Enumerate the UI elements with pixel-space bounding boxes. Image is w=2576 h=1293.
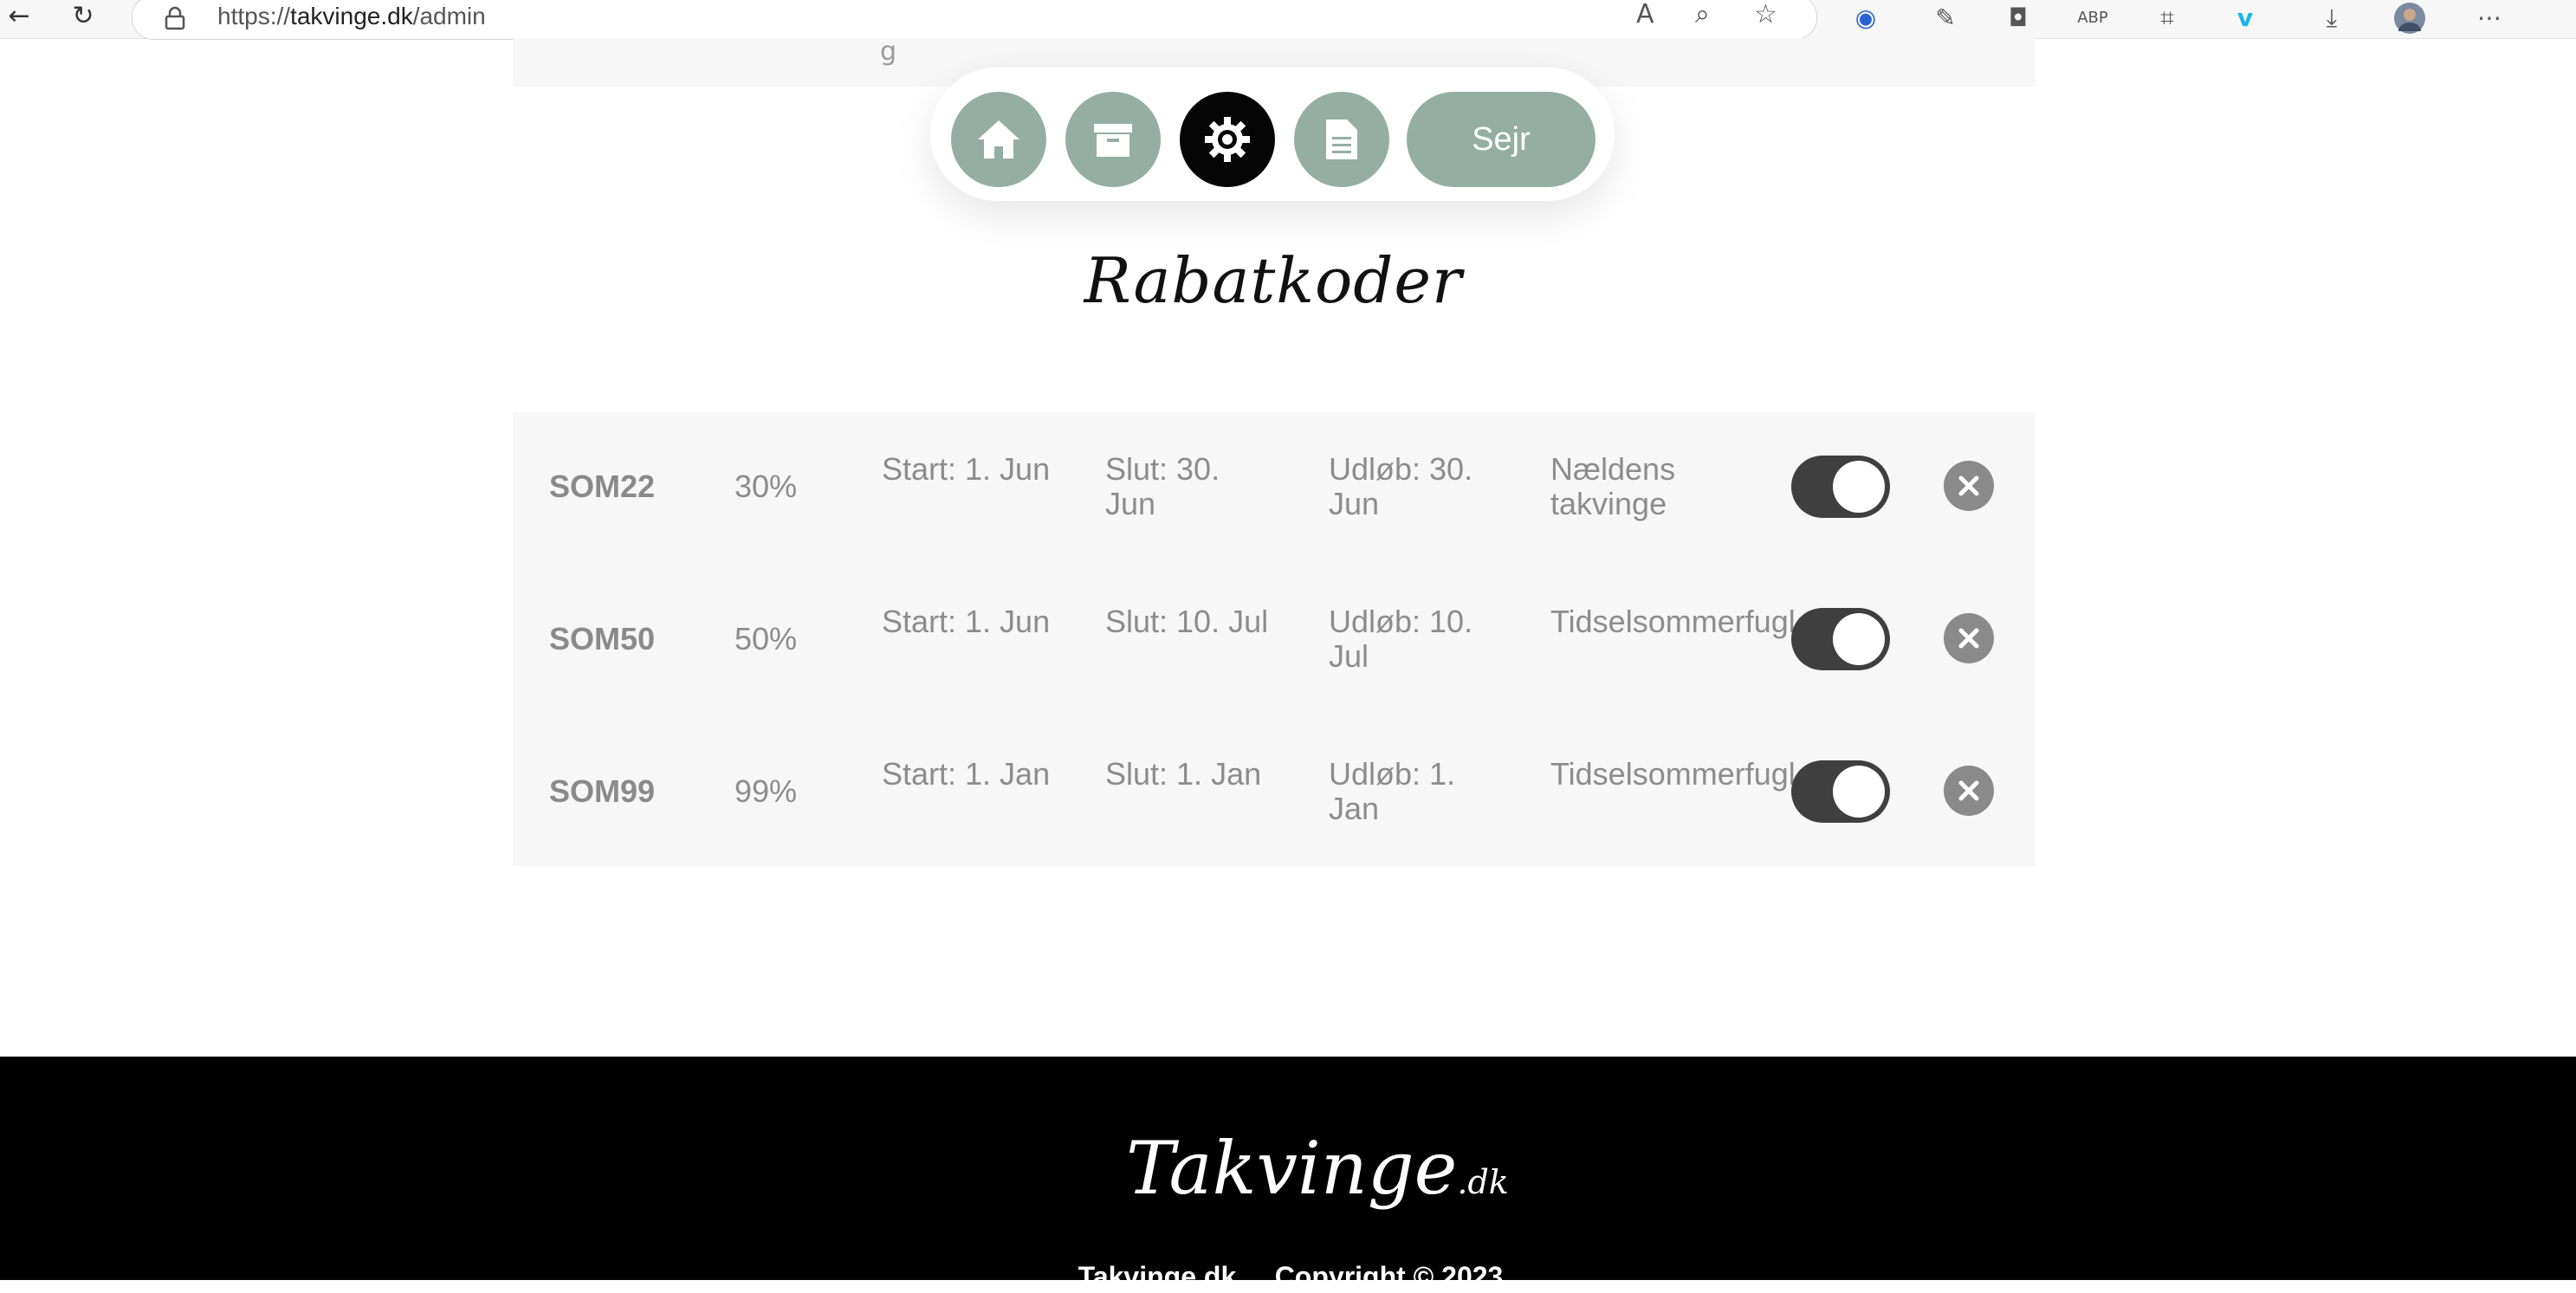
more-menu-icon[interactable]: ⋯	[2472, 2, 2507, 35]
address-bar[interactable]: https://takvinge.dk/admin A ⌕ ☆	[132, 0, 1817, 40]
end-date: Slut: 10. Jul	[1105, 604, 1269, 639]
favorite-icon[interactable]: ☆	[1754, 0, 1777, 30]
camera-extension-icon[interactable]: ◘	[2001, 2, 2036, 35]
active-toggle[interactable]	[1791, 608, 1890, 670]
back-icon[interactable]: ←	[0, 0, 38, 33]
zoom-icon[interactable]: ⌕	[1695, 0, 1710, 30]
card-text-fragment: g	[880, 36, 897, 67]
discount-code: SOM22	[549, 469, 656, 504]
discount-percent: 50%	[735, 621, 798, 656]
toggle-knob	[1833, 766, 1885, 818]
discount-code: SOM99	[549, 773, 656, 809]
download-icon[interactable]: ⤓	[2314, 2, 2349, 35]
screenshot-extension-icon[interactable]: ⌗	[2150, 2, 2184, 35]
discount-percent: 99%	[735, 773, 798, 809]
delete-button[interactable]	[1944, 461, 1994, 511]
toggle-knob	[1833, 461, 1885, 513]
footer-copyright: Takvinge.dk Copyright © 2023	[1078, 1261, 1504, 1292]
reload-icon[interactable]: ↻	[64, 0, 102, 33]
browser-toolbar: ← ↻ https://takvinge.dk/admin A ⌕ ☆ ◉ ✎ …	[0, 0, 2576, 40]
active-toggle[interactable]	[1791, 456, 1890, 518]
password-extension-icon[interactable]: ◉	[1848, 2, 1883, 35]
nav-archive-button[interactable]	[1065, 92, 1161, 187]
nav-home-button[interactable]	[951, 92, 1046, 187]
nav-settings-button[interactable]	[1180, 92, 1275, 187]
eyedropper-extension-icon[interactable]: ✎	[1928, 2, 1963, 35]
end-date: Slut: 1. Jan	[1105, 756, 1262, 792]
end-date: Slut: 30. Jun	[1105, 451, 1220, 521]
start-date: Start: 1. Jun	[882, 451, 1051, 487]
document-icon	[1326, 120, 1357, 159]
profile-avatar[interactable]	[2392, 2, 2427, 35]
expiry-date: Udløb: 10. Jul	[1329, 604, 1473, 674]
expiry-date: Udløb: 1. Jan	[1329, 756, 1456, 826]
archive-icon	[1094, 124, 1132, 157]
logo-wordmark: Takvinge	[1126, 1126, 1458, 1211]
discount-codes-table: SOM22 30% Start: 1. Jun Slut: 30. Jun Ud…	[513, 412, 2036, 866]
admin-nav: Sejr	[930, 68, 1615, 201]
discount-row: SOM22 30% Start: 1. Jun Slut: 30. Jun Ud…	[513, 412, 2036, 565]
delete-button[interactable]	[1944, 613, 1994, 663]
read-aloud-icon[interactable]: A	[1636, 0, 1654, 30]
start-date: Start: 1. Jan	[882, 756, 1051, 792]
start-date: Start: 1. Jun	[882, 604, 1051, 639]
discount-row: SOM99 99% Start: 1. Jan Slut: 1. Jan Udl…	[513, 717, 2036, 870]
discount-percent: 30%	[735, 469, 798, 504]
vimeo-extension-icon[interactable]: v	[2228, 2, 2262, 35]
discount-name: Tidselsommerfugl	[1550, 604, 1796, 639]
expiry-date: Udløb: 30. Jun	[1329, 451, 1473, 521]
discount-name: Nældens takvinge	[1550, 451, 1676, 521]
discount-code: SOM50	[549, 621, 656, 656]
nav-sejr-button[interactable]: Sejr	[1407, 92, 1595, 187]
page-title: Rabatkoder	[1084, 244, 1463, 317]
close-icon	[1958, 475, 1979, 496]
toggle-knob	[1833, 613, 1885, 665]
close-icon	[1958, 628, 1979, 649]
close-icon	[1958, 780, 1979, 801]
delete-button[interactable]	[1944, 766, 1994, 816]
url-text: https://takvinge.dk/admin	[217, 3, 486, 29]
discount-row: SOM50 50% Start: 1. Jun Slut: 10. Jul Ud…	[513, 565, 2036, 717]
home-icon	[978, 120, 1019, 158]
footer-logo[interactable]: Takvinge.dk	[1126, 1126, 1509, 1211]
discount-name: Tidselsommerfugl	[1550, 756, 1796, 792]
active-toggle[interactable]	[1791, 760, 1890, 823]
adblock-extension-icon[interactable]: ABP	[2075, 2, 2110, 35]
lock-icon	[165, 6, 185, 30]
settings-icon	[1205, 117, 1250, 162]
nav-document-button[interactable]	[1294, 92, 1389, 187]
site-footer: Takvinge.dk Takvinge.dk Copyright © 2023	[0, 1057, 2576, 1292]
logo-tld: .dk	[1457, 1163, 1509, 1201]
